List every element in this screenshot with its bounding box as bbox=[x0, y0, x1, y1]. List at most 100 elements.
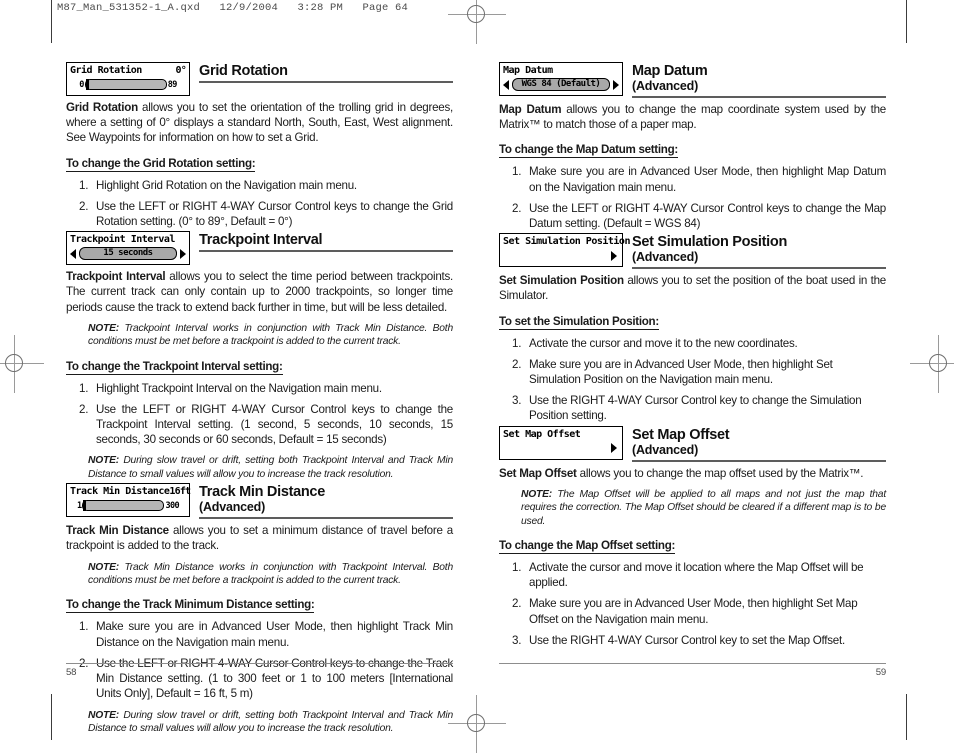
arrow-right-icon[interactable] bbox=[611, 443, 617, 454]
body-lead-in: Grid Rotation bbox=[66, 101, 138, 114]
lcd-widget[interactable]: Set Map Offset bbox=[499, 425, 623, 460]
note-label: NOTE: bbox=[88, 709, 120, 721]
lcd-control-row[interactable] bbox=[503, 442, 619, 455]
section-heading-block: Trackpoint Interval bbox=[199, 231, 453, 253]
body-lead-in: Set Map Offset bbox=[499, 466, 577, 480]
procedure-steps: Make sure you are in Advanced User Mode,… bbox=[499, 164, 886, 231]
lcd-widget[interactable]: Grid Rotation 0° 0 89 bbox=[66, 62, 190, 96]
section-header: Map Datum WGS 84 (Default) Map Datum (Advan… bbox=[499, 62, 886, 98]
page-number: 59 bbox=[875, 667, 886, 678]
registration-mark-top-icon bbox=[448, 0, 506, 44]
section-heading: Set Simulation Position bbox=[632, 234, 788, 251]
procedure-step: Use the RIGHT 4-WAY Cursor Control key t… bbox=[512, 393, 862, 423]
manual-section: Track Min Distance 16ft 1 300 Track Min Dist… bbox=[66, 483, 453, 735]
section-heading-block: Grid Rotation bbox=[199, 62, 453, 83]
lcd-selected-value: 15 seconds bbox=[79, 247, 177, 261]
procedure-step: Use the RIGHT 4-WAY Cursor Control key t… bbox=[512, 633, 845, 648]
section-heading-block: Set Simulation Position (Advanced) bbox=[632, 233, 886, 270]
lcd-widget[interactable]: Trackpoint Interval 15 seconds bbox=[66, 231, 190, 266]
procedure-step: Use the LEFT or RIGHT 4-WAY Cursor Contr… bbox=[79, 402, 453, 447]
slider-max-label: 300 bbox=[165, 500, 180, 511]
section-subheading: (Advanced) bbox=[632, 79, 699, 93]
lcd-label: Grid Rotation bbox=[70, 65, 142, 76]
slider[interactable]: 1 300 bbox=[70, 500, 186, 512]
section-heading-block: Map Datum (Advanced) bbox=[632, 62, 886, 98]
lcd-value: 0° bbox=[175, 65, 187, 76]
page-column-left: Grid Rotation 0° 0 89 Grid Rotation Grid Rota… bbox=[66, 62, 453, 737]
note-label: NOTE: bbox=[88, 322, 120, 334]
lcd-widget[interactable]: Set Simulation Position bbox=[499, 233, 630, 268]
footer-rule bbox=[499, 663, 886, 664]
arrow-right-icon[interactable] bbox=[180, 248, 186, 259]
lcd-selected-value: WGS 84 (Default) bbox=[512, 78, 610, 91]
lcd-control-row[interactable] bbox=[503, 249, 619, 262]
lcd-value: 16ft bbox=[169, 486, 191, 498]
procedure-step: Activate the cursor and move it location… bbox=[512, 560, 864, 590]
slider-track[interactable] bbox=[82, 500, 165, 512]
arrow-left-icon[interactable] bbox=[503, 79, 509, 90]
procedure-steps: Activate the cursor and move it to the n… bbox=[499, 336, 886, 424]
lcd-label: Map Datum bbox=[503, 65, 553, 76]
manual-section: Set Map Offset Set Map Offset (Advanced) Se… bbox=[499, 425, 886, 648]
section-heading: Grid Rotation bbox=[199, 63, 288, 79]
body-lead-in: Trackpoint Interval bbox=[66, 270, 166, 284]
procedure-title-wrap: To change the Track Minimum Distance set… bbox=[66, 587, 453, 614]
procedure-steps: Highlight Grid Rotation on the Navigatio… bbox=[66, 178, 453, 230]
section-heading: Track Min Distance bbox=[199, 484, 325, 501]
procedure-steps: Activate the cursor and move it location… bbox=[499, 560, 886, 648]
slider-min-label: 1 bbox=[76, 500, 82, 511]
section-header: Trackpoint Interval 15 seconds Trackpoint … bbox=[66, 231, 453, 266]
body-paragraph: Map Datum allows you to change the map c… bbox=[499, 103, 886, 132]
arrow-right-icon[interactable] bbox=[613, 79, 619, 90]
arrow-right-icon[interactable] bbox=[611, 250, 617, 261]
slider-min-label: 0 bbox=[79, 79, 84, 90]
lcd-widget[interactable]: Map Datum WGS 84 (Default) bbox=[499, 62, 623, 96]
note-label: NOTE: bbox=[88, 561, 120, 573]
procedure-step: Highlight Grid Rotation on the Navigatio… bbox=[79, 178, 357, 193]
registration-mark-left-icon bbox=[0, 335, 44, 393]
procedure-title-wrap: To set the Simulation Position: bbox=[499, 304, 886, 330]
manual-section: Grid Rotation 0° 0 89 Grid Rotation Grid Rota… bbox=[66, 62, 453, 229]
procedure-step: Make sure you are in Advanced User Mode,… bbox=[512, 596, 858, 626]
procedure-steps: Highlight Trackpoint Interval on the Nav… bbox=[66, 381, 453, 448]
lcd-label: Trackpoint Interval bbox=[70, 234, 175, 246]
lcd-title-row: Track Min Distance 16ft bbox=[70, 485, 191, 498]
lcd-label: Set Map Offset bbox=[503, 428, 581, 440]
procedure-title-wrap: To change the Map Datum setting: bbox=[499, 132, 886, 159]
note: NOTE: During slow travel or drift, setti… bbox=[88, 709, 453, 734]
trim-mark-bottom-right bbox=[906, 694, 907, 740]
procedure-title-wrap: To change the Map Offset setting: bbox=[499, 528, 886, 555]
lcd-control-row[interactable]: 0 89 bbox=[70, 78, 186, 91]
lcd-control-row[interactable]: 1 300 bbox=[70, 499, 186, 512]
procedure-step: Use the LEFT or RIGHT 4-WAY Cursor Contr… bbox=[79, 199, 453, 229]
body-paragraph: Track Min Distance allows you to set a m… bbox=[66, 524, 454, 553]
procedure-title: To change the Track Minimum Distance set… bbox=[66, 598, 315, 614]
procedure-title-wrap: To change the Grid Rotation setting: bbox=[66, 146, 453, 172]
procedure-step: Make sure you are in Advanced User Mode,… bbox=[512, 164, 886, 194]
lcd-control-row[interactable]: 15 seconds bbox=[70, 247, 186, 261]
lcd-title-row: Map Datum bbox=[503, 64, 619, 77]
note: NOTE: Trackpoint Interval works in conju… bbox=[88, 322, 453, 348]
slider-track[interactable] bbox=[84, 79, 167, 90]
footer-left: 58 bbox=[66, 663, 453, 678]
lcd-label: Set Simulation Position bbox=[503, 236, 630, 248]
arrow-left-icon[interactable] bbox=[70, 248, 76, 259]
section-header: Set Simulation Position Set Simulation Po… bbox=[499, 233, 886, 270]
section-header: Set Map Offset Set Map Offset (Advanced) bbox=[499, 425, 886, 462]
body-paragraph: Grid Rotation allows you to set the orie… bbox=[66, 101, 453, 145]
body-lead-in: Set Simulation Position bbox=[499, 274, 624, 288]
footer-rule bbox=[66, 663, 453, 664]
procedure-title: To change the Trackpoint Interval settin… bbox=[66, 359, 283, 375]
lcd-control-row[interactable]: WGS 84 (Default) bbox=[503, 78, 619, 91]
lcd-title-row: Trackpoint Interval bbox=[70, 233, 186, 246]
slider[interactable]: 0 89 bbox=[70, 79, 186, 90]
section-heading-block: Set Map Offset (Advanced) bbox=[632, 426, 886, 462]
body-paragraph: Trackpoint Interval allows you to select… bbox=[66, 270, 454, 314]
manual-section: Set Simulation Position Set Simulation Po… bbox=[499, 233, 886, 423]
procedure-steps: Make sure you are in Advanced User Mode,… bbox=[66, 619, 453, 701]
procedure-title-wrap: To change the Trackpoint Interval settin… bbox=[66, 349, 453, 375]
lcd-widget[interactable]: Track Min Distance 16ft 1 300 bbox=[66, 483, 191, 518]
lcd-title-row: Set Map Offset bbox=[503, 428, 619, 441]
section-subheading: (Advanced) bbox=[632, 250, 699, 265]
note: NOTE: Track Min Distance works in conjun… bbox=[88, 561, 453, 587]
